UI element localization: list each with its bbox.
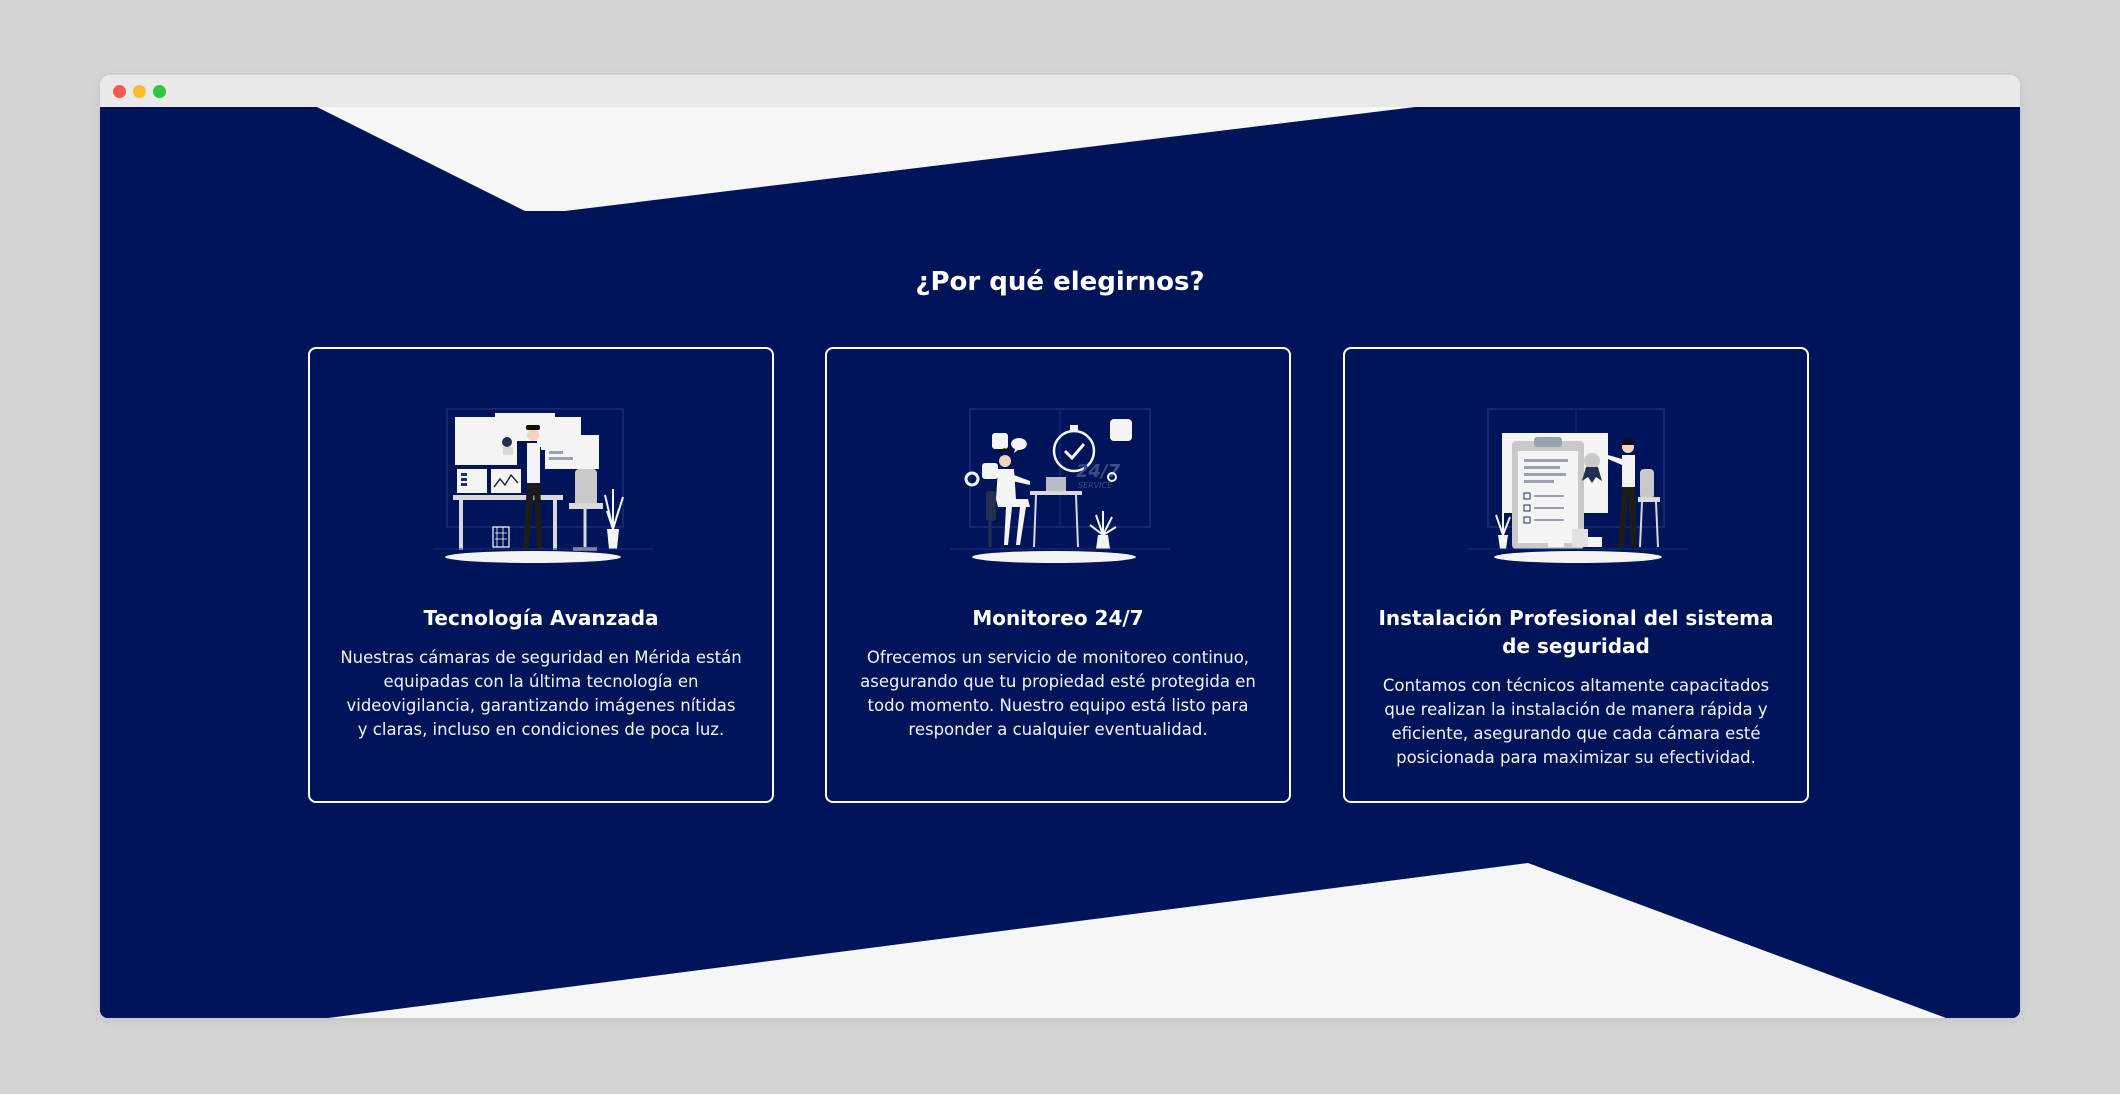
section-heading: ¿Por qué elegirnos?: [915, 267, 1205, 297]
why-choose-us-section: ¿Por qué elegirnos? Tecnología Avanzada …: [100, 107, 2020, 1018]
maximize-window-button[interactable]: [153, 85, 166, 98]
card-description: Nuestras cámaras de seguridad en Mérida …: [340, 648, 742, 739]
card-title: Tecnología Avanzada: [423, 606, 659, 630]
top-decorative-shape: [317, 107, 1415, 211]
minimize-window-button[interactable]: [133, 85, 146, 98]
support-247-illustration: 24/7 SERVICE: [950, 408, 1170, 563]
badge-24-7: 24/7: [1076, 461, 1121, 482]
card-title: Monitoreo 24/7: [972, 606, 1144, 630]
card-description: Ofrecemos un servicio de monitoreo conti…: [860, 648, 1256, 739]
feature-card-advanced-technology: Tecnología Avanzada Nuestras cámaras de …: [308, 347, 774, 803]
browser-window: ¿Por qué elegirnos? Tecnología Avanzada …: [100, 75, 2020, 1018]
feature-card-monitoring: 24/7 SERVICE Monitoreo 24/7 Ofrecemos un…: [825, 347, 1291, 803]
close-window-button[interactable]: [113, 85, 126, 98]
feature-card-professional-installation: Instalación Profesional del sistema de s…: [1343, 347, 1809, 803]
bottom-decorative-shape: [328, 863, 1946, 1018]
card-description: Contamos con técnicos altamente capacita…: [1382, 676, 1770, 767]
card-title: Instalación Profesional del sistema de s…: [1378, 606, 1774, 658]
browser-titlebar: [100, 75, 2020, 107]
surveillance-operator-illustration: [433, 408, 653, 563]
checklist-installer-illustration: [1468, 408, 1688, 563]
badge-service: SERVICE: [1078, 481, 1113, 490]
